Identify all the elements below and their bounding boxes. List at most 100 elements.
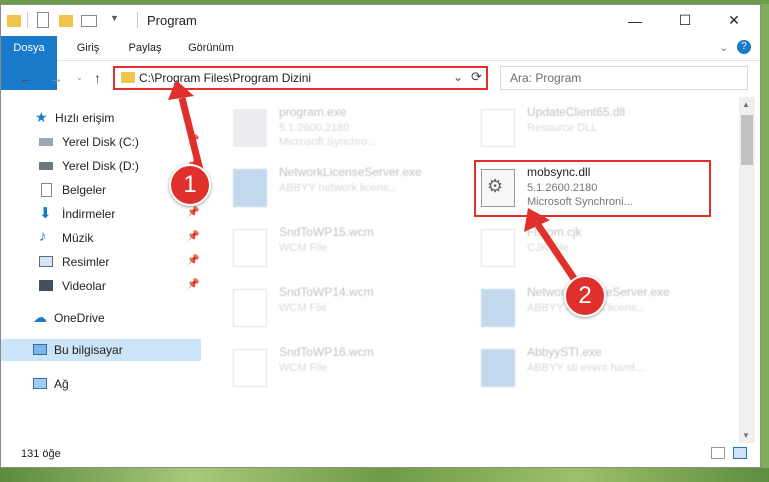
sidebar-item-this-pc[interactable]: Bu bilgisayar: [1, 339, 201, 361]
close-button[interactable]: ✕: [711, 5, 757, 36]
navigation-bar: ← → ⌄ ↑ C:\Program Files\Program Dizini …: [1, 61, 760, 95]
file-item[interactable]: Fi...om.cjk CJK File: [477, 221, 717, 275]
sidebar-item-label: İndirmeler: [62, 207, 116, 221]
window-title: Program: [147, 13, 197, 28]
exe-file-icon: [233, 109, 267, 147]
forward-icon[interactable]: →: [49, 70, 63, 86]
sidebar-item-label: Bu bilgisayar: [54, 343, 123, 357]
address-dropdown-icon[interactable]: ⌄: [453, 70, 463, 84]
exe-file-icon: [233, 169, 267, 207]
file-item[interactable]: SndToWP15.wcm WCM File: [229, 221, 469, 275]
pin-icon: 📌: [187, 279, 200, 290]
step-badge-1: 1: [169, 164, 211, 206]
sidebar-item-label: OneDrive: [54, 311, 105, 325]
up-icon[interactable]: ↑: [94, 70, 101, 86]
maximize-button[interactable]: ☐: [662, 5, 708, 36]
file-item[interactable]: UpdateClient65.dll Resource DLL: [477, 101, 717, 155]
tab-share[interactable]: Paylaş: [117, 36, 173, 60]
file-icon: [233, 349, 267, 387]
divider: [27, 12, 28, 28]
step-badge-2: 2: [564, 275, 606, 317]
sidebar-item-label: Ağ: [54, 377, 69, 391]
title-bar: ▼ Program — ☐ ✕: [1, 5, 760, 36]
sidebar-item-quick-access[interactable]: ★ Hızlı erişim: [1, 107, 201, 129]
file-item[interactable]: SndToWP14.wcm WCM File: [229, 281, 469, 335]
new-folder-icon[interactable]: [59, 15, 73, 27]
exe-file-icon: [481, 349, 515, 387]
folder-icon: [121, 72, 135, 83]
minimize-button[interactable]: —: [612, 5, 658, 36]
file-item[interactable]: SndToWP16.wcm WCM File: [229, 341, 469, 395]
ribbon-tabs: Dosya Giriş Paylaş Görünüm ⌄ ?: [1, 36, 760, 90]
sidebar-item-local-disk-c[interactable]: Yerel Disk (C:) 📌: [1, 131, 201, 153]
sidebar-item-network[interactable]: Ağ: [1, 373, 201, 395]
cloud-icon: ☁: [33, 309, 47, 325]
sidebar-item-label: Müzik: [62, 231, 94, 245]
vertical-scrollbar[interactable]: ▲ ▼: [739, 97, 755, 443]
download-icon: ⬇: [39, 205, 52, 222]
file-detail: ABBYY sti event hand...: [527, 362, 645, 374]
divider: [137, 12, 138, 28]
file-name: AbbyySTI.exe: [527, 345, 602, 359]
refresh-icon[interactable]: ⟳: [471, 69, 482, 85]
drive-icon: [39, 138, 53, 146]
explorer-window: ▼ Program — ☐ ✕ Dosya Giriş Paylaş Görün…: [0, 4, 761, 468]
star-icon: ★: [35, 109, 48, 125]
file-name: program.exe: [279, 105, 347, 119]
file-detail: CJK File: [527, 242, 569, 254]
back-icon[interactable]: ←: [19, 70, 33, 86]
exe-file-icon: [481, 289, 515, 327]
file-list: program.exe 5.1.2600.2180 Microsoft Sync…: [205, 97, 739, 437]
qa-dropdown-icon[interactable]: ▼: [110, 13, 119, 23]
mobsync-highlight-box: [474, 160, 711, 217]
file-icon: [481, 229, 515, 267]
file-detail: WCM File: [279, 242, 328, 254]
ribbon-expand-icon[interactable]: ⌄: [719, 41, 728, 54]
properties-icon[interactable]: [37, 12, 49, 28]
search-placeholder: Ara: Program: [510, 71, 582, 85]
file-icon: [233, 229, 267, 267]
pin-icon: 📌: [187, 255, 200, 266]
network-icon: [33, 378, 47, 389]
recent-locations-icon[interactable]: ⌄: [76, 73, 83, 82]
scroll-thumb[interactable]: [741, 115, 753, 165]
sidebar-item-videos[interactable]: Videolar 📌: [1, 275, 201, 297]
file-detail: Microsoft Synchro...: [279, 136, 377, 148]
sidebar-item-label: Hızlı erişim: [55, 111, 115, 125]
document-icon: [41, 183, 52, 197]
file-icon: [233, 289, 267, 327]
sidebar-item-label: Belgeler: [62, 183, 107, 197]
file-detail: ABBYY network licens...: [279, 182, 398, 194]
scroll-down-icon[interactable]: ▼: [742, 431, 750, 440]
file-item[interactable]: AbbyySTI.exe ABBYY sti event hand...: [477, 341, 717, 395]
sidebar-item-pictures[interactable]: Resimler 📌: [1, 251, 201, 273]
pin-icon: 📌: [187, 135, 200, 146]
help-icon[interactable]: ?: [737, 40, 751, 54]
file-item[interactable]: NetworkLicenseServer.exe ABBYY network l…: [229, 161, 469, 215]
sidebar-item-label: Yerel Disk (C:): [62, 135, 139, 149]
view-options-icon[interactable]: [81, 15, 97, 27]
address-bar[interactable]: C:\Program Files\Program Dizini ⌄ ⟳: [113, 66, 488, 90]
tab-home[interactable]: Giriş: [65, 36, 111, 60]
search-input[interactable]: Ara: Program: [500, 66, 748, 90]
drive-icon: [39, 162, 53, 170]
sidebar-item-onedrive[interactable]: ☁ OneDrive: [1, 307, 201, 329]
file-name: SndToWP14.wcm: [279, 285, 374, 299]
video-icon: [39, 280, 53, 291]
file-detail: Resource DLL: [527, 122, 598, 134]
sidebar-item-downloads[interactable]: ⬇ İndirmeler 📌: [1, 203, 201, 225]
sidebar-item-music[interactable]: ♪ Müzik 📌: [1, 227, 201, 249]
sidebar-item-label: Resimler: [62, 255, 110, 269]
file-detail: 5.1.2600.2180: [279, 122, 350, 134]
file-name: UpdateClient65.dll: [527, 105, 626, 119]
file-item[interactable]: program.exe 5.1.2600.2180 Microsoft Sync…: [229, 101, 469, 155]
desktop-background-bottom: [0, 468, 769, 482]
sidebar-item-label: Videolar: [62, 279, 106, 293]
tab-view[interactable]: Görünüm: [181, 36, 241, 60]
computer-icon: [33, 344, 47, 355]
large-icons-view-icon[interactable]: [733, 447, 747, 459]
folder-icon: [7, 15, 21, 27]
details-view-icon[interactable]: [711, 447, 725, 459]
file-name: Fi...om.cjk: [527, 225, 582, 239]
scroll-up-icon[interactable]: ▲: [742, 100, 750, 109]
